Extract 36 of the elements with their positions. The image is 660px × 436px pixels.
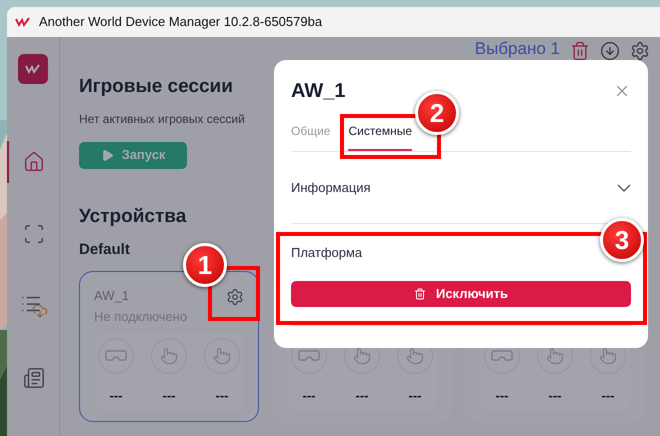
- reading-value: ---: [548, 386, 562, 404]
- section-title: Платформа: [291, 244, 364, 262]
- selection-count: Выбрано 1: [474, 38, 560, 60]
- headset-icon: [491, 348, 513, 363]
- reading-value: ---: [162, 386, 176, 404]
- app-logo: [18, 54, 48, 84]
- chevron-down-icon: [617, 184, 631, 192]
- device-name: AW_1: [94, 286, 130, 305]
- reading-value: ---: [216, 386, 228, 404]
- sessions-empty-text: Нет активных игровых сессий: [79, 110, 245, 128]
- settings-icon[interactable]: [630, 41, 650, 61]
- scan-icon[interactable]: [23, 223, 45, 245]
- group-name: Default: [79, 240, 130, 260]
- dialog-title: AW_1: [291, 79, 346, 104]
- reading-value: ---: [302, 386, 316, 404]
- reading-value: ---: [602, 386, 614, 404]
- window-title: Another World Device Manager 10.2.8-650579ba: [39, 13, 322, 32]
- trash-icon[interactable]: [570, 41, 590, 61]
- device-slot-icon: [151, 338, 187, 374]
- headset-icon: [298, 348, 320, 363]
- sessions-title: Игровые сессии: [79, 75, 233, 99]
- reading-value: ---: [356, 386, 368, 404]
- tab[interactable]: Системные: [348, 122, 412, 151]
- headset-icon: [105, 348, 127, 363]
- trash-icon: [414, 288, 426, 300]
- reading-value: ---: [110, 386, 122, 404]
- devices-title: Устройства: [79, 204, 186, 228]
- app-logo-icon: [15, 17, 31, 27]
- newspaper-icon[interactable]: [23, 367, 45, 389]
- device-slot-icon: [204, 338, 240, 374]
- reading-value: ---: [408, 386, 422, 404]
- home-icon[interactable]: [23, 151, 45, 173]
- reading-value: ---: [496, 386, 508, 404]
- download-icon[interactable]: [600, 41, 620, 61]
- play-icon: [100, 148, 114, 162]
- exclude-button[interactable]: Исключить: [291, 280, 631, 306]
